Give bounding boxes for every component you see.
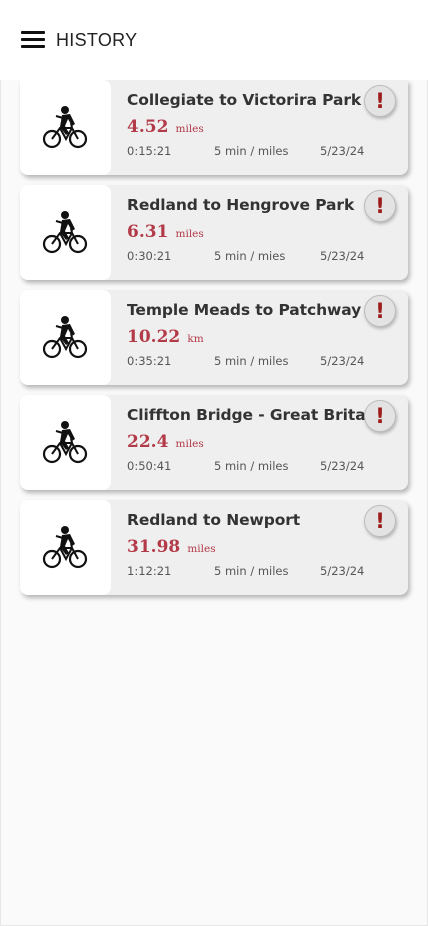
exclamation-icon: ! xyxy=(375,509,385,533)
cyclist-icon xyxy=(42,211,88,254)
alert-button[interactable]: ! xyxy=(364,400,396,432)
page-title: HISTORY xyxy=(56,30,138,50)
ride-title: Temple Meads to Patchway xyxy=(127,301,362,319)
ride-card[interactable]: Collegiate to Victorira Park 4.52 miles … xyxy=(20,80,408,175)
ride-pace: 5 min / mies xyxy=(214,249,286,263)
ride-duration: 0:15:21 xyxy=(127,144,172,158)
ride-duration: 1:12:21 xyxy=(127,564,172,578)
ride-thumbnail xyxy=(20,290,111,385)
ride-pace: 5 min / miles xyxy=(214,564,289,578)
ride-title: Redland to Hengrove Park xyxy=(127,196,355,214)
ride-distance: 22.4 miles xyxy=(127,432,204,452)
distance-value: 10.22 xyxy=(127,327,181,347)
cyclist-icon xyxy=(42,106,88,149)
app-header: HISTORY xyxy=(0,0,428,80)
cyclist-icon xyxy=(42,421,88,464)
ride-thumbnail xyxy=(20,80,111,175)
ride-history-list: Collegiate to Victorira Park 4.52 miles … xyxy=(20,80,408,605)
distance-value: 31.98 xyxy=(127,537,181,557)
ride-duration: 0:50:41 xyxy=(127,459,172,473)
distance-value: 4.52 xyxy=(127,117,169,137)
ride-distance: 31.98 miles xyxy=(127,537,216,557)
exclamation-icon: ! xyxy=(375,89,385,113)
distance-unit: miles xyxy=(175,438,204,450)
ride-distance: 6.31 miles xyxy=(127,222,204,242)
exclamation-icon: ! xyxy=(375,194,385,218)
ride-card[interactable]: Temple Meads to Patchway 10.22 km 0:35:2… xyxy=(20,290,408,385)
ride-card[interactable]: Redland to Hengrove Park 6.31 miles 0:30… xyxy=(20,185,408,280)
ride-pace: 5 min / miles xyxy=(214,459,289,473)
ride-distance: 10.22 km xyxy=(127,327,204,347)
ride-thumbnail xyxy=(20,185,111,280)
distance-unit: miles xyxy=(175,228,204,240)
ride-pace: 5 min / miles xyxy=(214,144,289,158)
alert-button[interactable]: ! xyxy=(364,295,396,327)
ride-thumbnail xyxy=(20,395,111,490)
distance-unit: km xyxy=(187,333,204,345)
ride-title: Cliffton Bridge - Great Britain xyxy=(127,406,382,424)
distance-unit: miles xyxy=(187,543,216,555)
ride-distance: 4.52 miles xyxy=(127,117,204,137)
ride-duration: 0:35:21 xyxy=(127,354,172,368)
ride-date: 5/23/24 xyxy=(320,144,365,158)
ride-date: 5/23/24 xyxy=(320,249,365,263)
ride-title: Redland to Newport xyxy=(127,511,301,529)
ride-date: 5/23/24 xyxy=(320,564,365,578)
ride-date: 5/23/24 xyxy=(320,459,365,473)
alert-button[interactable]: ! xyxy=(364,505,396,537)
hamburger-menu-icon[interactable] xyxy=(21,31,45,49)
exclamation-icon: ! xyxy=(375,299,385,323)
ride-card[interactable]: Redland to Newport 31.98 miles 1:12:21 5… xyxy=(20,500,408,595)
distance-unit: miles xyxy=(175,123,204,135)
ride-card[interactable]: Cliffton Bridge - Great Britain 22.4 mil… xyxy=(20,395,408,490)
distance-value: 22.4 xyxy=(127,432,169,452)
ride-title: Collegiate to Victorira Park xyxy=(127,91,362,109)
ride-thumbnail xyxy=(20,500,111,595)
alert-button[interactable]: ! xyxy=(364,85,396,117)
ride-duration: 0:30:21 xyxy=(127,249,172,263)
distance-value: 6.31 xyxy=(127,222,169,242)
exclamation-icon: ! xyxy=(375,404,385,428)
cyclist-icon xyxy=(42,316,88,359)
ride-pace: 5 min / miles xyxy=(214,354,289,368)
cyclist-icon xyxy=(42,526,88,569)
alert-button[interactable]: ! xyxy=(364,190,396,222)
ride-date: 5/23/24 xyxy=(320,354,365,368)
